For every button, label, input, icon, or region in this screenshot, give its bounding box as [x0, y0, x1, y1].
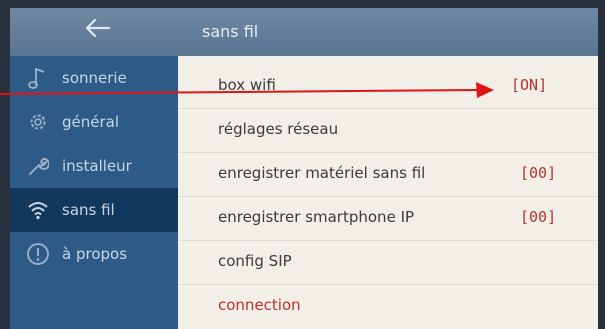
setting-label: enregistrer smartphone IP: [218, 208, 415, 226]
sidebar-item-label: à propos: [62, 245, 128, 263]
wrench-icon: [26, 154, 50, 178]
sidebar-item-general[interactable]: général: [10, 100, 178, 144]
settings-panel: box wifi [ON] réglages réseau enregistre…: [178, 56, 598, 329]
device-frame: sans fil sonnerie général installeur san…: [0, 0, 605, 329]
top-bar: sans fil: [10, 8, 598, 56]
setting-label: config SIP: [218, 252, 292, 270]
sidebar-item-sans-fil[interactable]: sans fil: [10, 188, 178, 232]
device-screen: sans fil sonnerie général installeur san…: [10, 8, 598, 329]
setting-label: enregistrer matériel sans fil: [218, 164, 426, 182]
info-icon: [26, 242, 50, 266]
sidebar: sonnerie général installeur sans fil à p…: [10, 56, 178, 329]
sidebar-item-installeur[interactable]: installeur: [10, 144, 178, 188]
setting-label: box wifi: [218, 76, 276, 94]
sidebar-item-label: sans fil: [62, 201, 115, 219]
setting-label: connection: [218, 296, 301, 314]
wifi-icon: [26, 198, 50, 222]
back-button[interactable]: [80, 16, 114, 46]
sidebar-item-label: installeur: [62, 157, 132, 175]
setting-value: [ON]: [511, 76, 548, 94]
sidebar-item-a-propos[interactable]: à propos: [10, 232, 178, 276]
setting-value: [00]: [520, 164, 557, 182]
sidebar-item-sonnerie[interactable]: sonnerie: [10, 56, 178, 100]
setting-label: réglages réseau: [218, 120, 339, 138]
music-note-icon: [26, 66, 50, 90]
setting-row-reglages-reseau[interactable]: réglages réseau: [178, 108, 598, 153]
setting-value: [00]: [520, 208, 557, 226]
setting-row-config-sip[interactable]: config SIP: [178, 240, 598, 285]
page-title: sans fil: [202, 22, 259, 41]
setting-row-enregistrer-materiel[interactable]: enregistrer matériel sans fil [00]: [178, 152, 598, 197]
arrow-left-icon: [85, 18, 111, 38]
setting-row-box-wifi[interactable]: box wifi [ON]: [178, 64, 598, 109]
sidebar-item-label: sonnerie: [62, 69, 127, 87]
gear-icon: [26, 110, 50, 134]
setting-row-connection[interactable]: connection: [178, 284, 598, 328]
sidebar-item-label: général: [62, 113, 120, 131]
setting-row-enregistrer-smartphone[interactable]: enregistrer smartphone IP [00]: [178, 196, 598, 241]
